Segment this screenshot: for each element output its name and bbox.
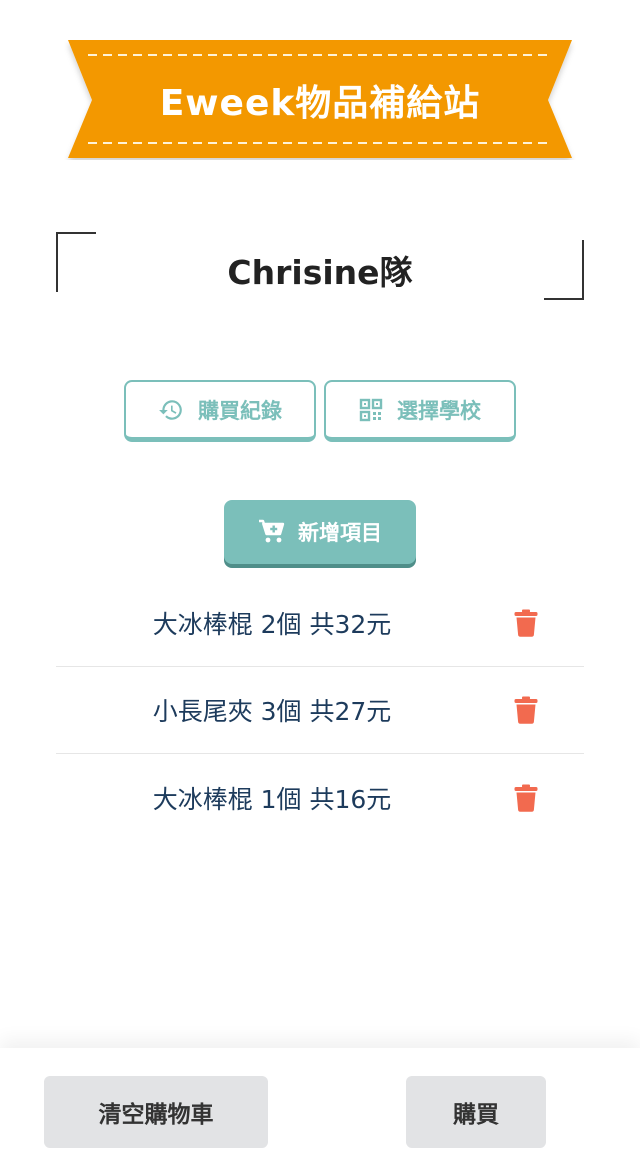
- delete-item-button[interactable]: [500, 597, 552, 649]
- add-item-button[interactable]: 新增項目: [224, 500, 416, 564]
- cart-item-text: 小長尾夾 3個 共27元: [152, 697, 392, 726]
- page: Eweek物品補給站 Chrisine隊 購買紀錄 選擇學校 新增項目 大冰棒棍…: [0, 0, 640, 1176]
- cart-item: 大冰棒棍 2個 共32元: [56, 580, 584, 667]
- cart-list: 大冰棒棍 2個 共32元 小長尾夾 3個 共27元 大冰棒棍 1個 共16元: [56, 580, 584, 841]
- qr-code-icon: [359, 398, 383, 422]
- cart-item: 大冰棒棍 1個 共16元: [56, 754, 584, 841]
- header-banner: Eweek物品補給站: [64, 40, 576, 160]
- footer-bar: 清空購物車 購買: [0, 1048, 640, 1176]
- buy-button[interactable]: 購買: [406, 1076, 546, 1148]
- team-name: Chrisine隊: [227, 253, 413, 292]
- cart-plus-icon: [258, 519, 286, 545]
- purchase-history-label: 購買紀錄: [198, 398, 282, 423]
- select-school-label: 選擇學校: [397, 398, 481, 423]
- cart-item-text: 大冰棒棍 1個 共16元: [152, 784, 392, 814]
- team-name-box: Chrisine隊: [56, 232, 584, 302]
- delete-item-button[interactable]: [500, 684, 552, 736]
- trash-icon: [514, 696, 538, 724]
- purchase-history-button[interactable]: 購買紀錄: [124, 380, 316, 442]
- cart-item-text: 大冰棒棍 2個 共32元: [152, 610, 392, 639]
- clear-cart-button[interactable]: 清空購物車: [44, 1076, 268, 1148]
- app-title: Eweek物品補給站: [159, 83, 481, 124]
- trash-icon: [514, 784, 538, 812]
- trash-icon: [514, 609, 538, 637]
- delete-item-button[interactable]: [500, 772, 552, 824]
- select-school-button[interactable]: 選擇學校: [324, 380, 516, 442]
- cart-item: 小長尾夾 3個 共27元: [56, 667, 584, 754]
- add-item-label: 新增項目: [298, 521, 382, 545]
- history-icon: [158, 397, 184, 423]
